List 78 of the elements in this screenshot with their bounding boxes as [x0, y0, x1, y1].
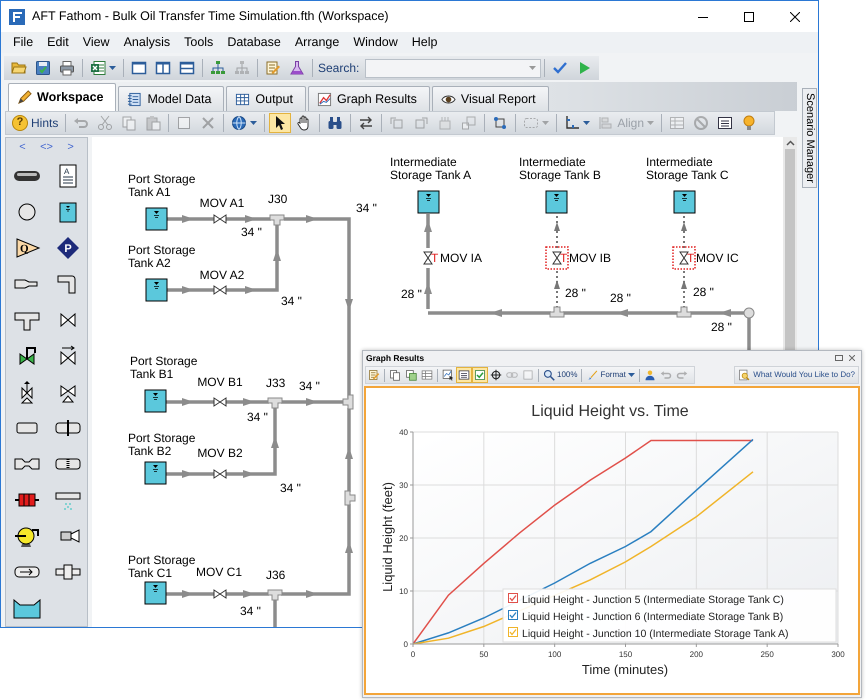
- tick-label: 300: [831, 650, 845, 659]
- pipe-label: 34 ": [299, 379, 320, 393]
- help-icon: ?: [12, 115, 28, 131]
- legend-label: Liquid Height - Junction 5 (Intermediate Storage Tank C): [522, 594, 784, 606]
- tab[interactable]: Model Data: [118, 86, 224, 111]
- valve-label: MOV IB: [569, 251, 612, 265]
- valve-label: MOV B1: [197, 375, 243, 389]
- valve-label: MOV C1: [196, 565, 242, 579]
- tick-label: 40: [399, 428, 408, 437]
- tank-label: Port Storage Tank B1: [130, 354, 198, 381]
- junction-label: J30: [268, 192, 288, 206]
- tab[interactable]: Workspace: [8, 83, 116, 111]
- axis-label: Liquid Height (feet): [380, 482, 395, 592]
- tick-label: 100: [548, 650, 562, 659]
- menu-item[interactable]: Arrange: [288, 32, 346, 53]
- tank-label: Intermediate Storage Tank B: [519, 155, 601, 182]
- pipe-label: 34 ": [240, 604, 261, 618]
- toolbar-button[interactable]: 100%: [541, 367, 580, 383]
- tank-label: Intermediate Storage Tank A: [390, 155, 472, 182]
- help-search-button[interactable]: What Would You Like to Do?: [734, 366, 859, 384]
- menu-item[interactable]: Database: [220, 32, 288, 53]
- tab[interactable]: Output: [226, 86, 306, 111]
- pipe-label: 28 ": [565, 286, 586, 300]
- menu-item[interactable]: Edit: [40, 32, 76, 53]
- menu-item[interactable]: File: [6, 32, 40, 53]
- menu-item[interactable]: Analysis: [116, 32, 178, 53]
- axis-label: Time (minutes): [582, 662, 668, 677]
- tank-label: Port Storage Tank B2: [128, 431, 196, 458]
- tick-label: 0: [410, 650, 416, 659]
- pipe-label: 34 ": [241, 225, 262, 239]
- menu-item[interactable]: Tools: [177, 32, 220, 53]
- tick-label: 50: [479, 650, 488, 659]
- flag-label: T: [431, 251, 438, 265]
- tab[interactable]: Visual Report: [432, 86, 549, 111]
- toolbar-button[interactable]: Format: [584, 367, 637, 383]
- menu-item[interactable]: Help: [404, 32, 444, 53]
- valve-label: MOV IA: [440, 251, 482, 265]
- tick-label: 30: [399, 481, 408, 490]
- legend-label: Liquid Height - Junction 6 (Intermediate Storage Tank B): [522, 611, 784, 623]
- palette-nav-button[interactable]: <: [17, 141, 28, 155]
- pipe-label: 34 ": [281, 294, 302, 308]
- junction-label: J36: [266, 568, 286, 582]
- search-label: Search:: [318, 60, 360, 76]
- toolbar-button[interactable]: ? Hints: [9, 113, 62, 133]
- flag-label: T: [560, 251, 568, 265]
- tick-label: 250: [760, 650, 774, 659]
- window-title: AFT Fathom - Bulk Oil Transfer Time Simulation.fth (Workspace): [32, 9, 389, 24]
- junction-label: J33: [266, 376, 286, 390]
- pipe-label: 28 ": [401, 287, 422, 301]
- valve-label: MOV A2: [200, 268, 244, 282]
- tank-label: Port Storage Tank A2: [128, 243, 196, 270]
- pipe-label: 34 ": [356, 201, 377, 215]
- palette-nav-button[interactable]: <>: [38, 141, 55, 155]
- tick-label: 200: [690, 650, 704, 659]
- tank-label: Port Storage Tank C1: [128, 553, 196, 580]
- valve-label: MOV B2: [197, 446, 243, 460]
- pipe-label: 34 ": [280, 481, 301, 495]
- tick-label: 0: [404, 640, 408, 649]
- pipe-label: 34 ": [247, 410, 268, 424]
- tick-label: 20: [399, 534, 408, 543]
- tank-label: Port Storage Tank A1: [128, 172, 196, 199]
- chart-title: Liquid Height vs. Time: [531, 403, 689, 420]
- scenario-manager-tab[interactable]: Scenario Manager: [802, 88, 817, 188]
- pipe-label: 28 ": [711, 320, 732, 334]
- tab[interactable]: Graph Results: [308, 86, 430, 111]
- tick-label: 10: [399, 587, 408, 596]
- tick-label: 150: [618, 650, 632, 659]
- pipe-label: 28 ": [610, 291, 631, 305]
- valve-label: MOV IC: [696, 251, 739, 265]
- flag-label: T: [687, 251, 694, 265]
- palette-nav-button[interactable]: >: [65, 141, 76, 155]
- menu-item[interactable]: Window: [346, 32, 405, 53]
- panel-title: Graph Results: [366, 352, 424, 364]
- valve-label: MOV A1: [200, 196, 244, 210]
- tank-label: Intermediate Storage Tank C: [646, 155, 728, 182]
- legend-label: Liquid Height - Junction 10 (Intermediate Storage Tank A): [522, 628, 789, 640]
- menu-item[interactable]: View: [76, 32, 117, 53]
- pipe-label: 28 ": [693, 285, 714, 299]
